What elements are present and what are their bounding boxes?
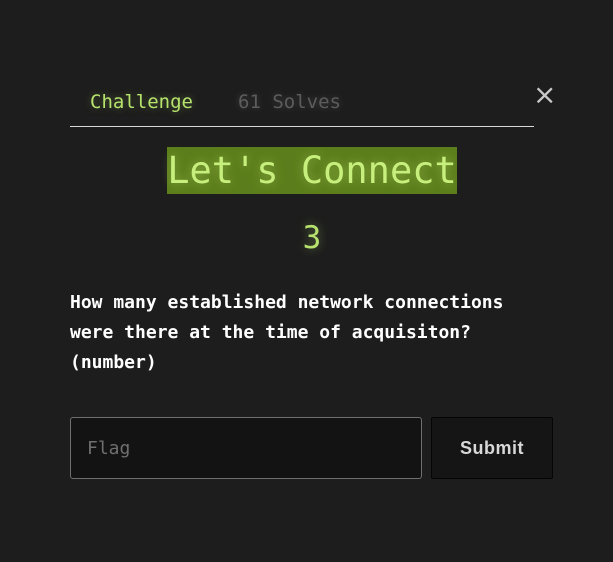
submit-button[interactable]: Submit	[431, 417, 553, 479]
challenge-title-wrapper: Let's Connect	[70, 147, 554, 194]
challenge-points: 3	[302, 220, 322, 256]
challenge-modal: Challenge 61 Solves × Let's Connect 3 Ho…	[70, 81, 556, 504]
flag-input[interactable]	[70, 417, 422, 479]
close-icon[interactable]: ×	[533, 81, 556, 109]
tab-solves[interactable]: 61 Solves	[238, 92, 341, 112]
challenge-description: How many established network connections…	[70, 292, 504, 373]
challenge-title: Let's Connect	[167, 147, 457, 194]
tab-challenge[interactable]: Challenge	[90, 92, 193, 112]
challenge-tabs: Challenge 61 Solves	[70, 84, 534, 127]
